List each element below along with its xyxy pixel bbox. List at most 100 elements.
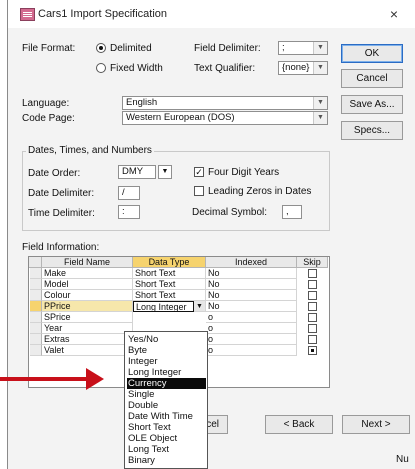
chevron-down-icon[interactable]: ▼: [194, 301, 206, 312]
table-cell-field-name[interactable]: Extras: [42, 334, 133, 345]
fixed-width-radio[interactable]: [96, 63, 106, 73]
ok-button[interactable]: OK: [341, 44, 403, 63]
time-delimiter-field[interactable]: :: [118, 205, 140, 219]
title-bar: Cars1 Import Specification ×: [8, 0, 415, 28]
skip-checkbox[interactable]: [308, 291, 317, 300]
skip-checkbox[interactable]: [308, 302, 317, 311]
decimal-symbol-label: Decimal Symbol:: [192, 207, 268, 218]
row-selector[interactable]: [30, 268, 42, 279]
dropdown-option[interactable]: Double: [127, 400, 206, 411]
row-selector-header: [29, 257, 42, 268]
leading-zeros-checkbox[interactable]: [194, 186, 204, 196]
table-cell-field-name[interactable]: PPrice: [42, 301, 133, 312]
text-qualifier-select[interactable]: {none} ▼: [278, 61, 328, 75]
chevron-down-icon[interactable]: ▼: [158, 165, 172, 179]
dropdown-option-selected[interactable]: Currency: [127, 378, 206, 389]
dropdown-option[interactable]: Long Integer: [127, 367, 206, 378]
delimited-radio[interactable]: [96, 43, 106, 53]
language-label: Language:: [22, 98, 70, 109]
table-cell-data-type[interactable]: Short Text: [133, 268, 206, 279]
table-cell-field-name[interactable]: SPrice: [42, 312, 133, 323]
status-text: Nu: [396, 454, 409, 465]
access-table-icon: [20, 8, 35, 21]
leading-zeros-label[interactable]: Leading Zeros in Dates: [208, 186, 311, 197]
date-delimiter-field[interactable]: /: [118, 186, 140, 200]
table-cell-field-name[interactable]: Year: [42, 323, 133, 334]
dropdown-option[interactable]: Date With Time: [127, 411, 206, 422]
skip-checkbox[interactable]: [308, 280, 317, 289]
table-cell-indexed[interactable]: No: [206, 301, 297, 312]
specs-button[interactable]: Specs...: [341, 121, 403, 140]
row-selector[interactable]: [30, 279, 42, 290]
table-cell-field-name[interactable]: Make: [42, 268, 133, 279]
row-selector[interactable]: [30, 323, 42, 334]
field-delimiter-select[interactable]: ; ▼: [278, 41, 328, 55]
close-icon[interactable]: ×: [383, 5, 405, 23]
data-type-combo[interactable]: Long Integer: [133, 301, 194, 312]
skip-checkbox[interactable]: [308, 313, 317, 322]
skip-checked-mark: [311, 349, 314, 352]
chevron-down-icon[interactable]: ▼: [313, 42, 327, 54]
chevron-down-icon[interactable]: ▼: [313, 62, 327, 74]
table-cell-indexed[interactable]: No: [206, 279, 297, 290]
import-spec-dialog: Cars1 Import Specification × File Format…: [7, 0, 415, 469]
dropdown-option[interactable]: OLE Object: [127, 433, 206, 444]
row-selector-active[interactable]: [30, 301, 42, 312]
row-selector[interactable]: [30, 312, 42, 323]
table-cell-field-name[interactable]: Valet: [42, 345, 133, 356]
data-type-dropdown-list[interactable]: Yes/No Byte Integer Long Integer Currenc…: [124, 331, 208, 469]
skip-checkbox[interactable]: [308, 324, 317, 333]
language-value: English: [126, 97, 158, 108]
dropdown-option[interactable]: Short Text: [127, 422, 206, 433]
col-header-field-name[interactable]: Field Name: [42, 257, 133, 268]
dropdown-option[interactable]: Byte: [127, 345, 206, 356]
dropdown-option[interactable]: Yes/No: [127, 334, 206, 345]
table-cell-field-name[interactable]: Colour: [42, 290, 133, 301]
col-header-skip[interactable]: Skip: [297, 257, 328, 268]
col-header-data-type[interactable]: Data Type: [133, 257, 206, 268]
row-selector[interactable]: [30, 290, 42, 301]
dropdown-option[interactable]: Integer: [127, 356, 206, 367]
field-info-label: Field Information:: [22, 242, 100, 253]
back-button[interactable]: < Back: [265, 415, 333, 434]
delimited-label[interactable]: Delimited: [110, 43, 152, 54]
date-order-select[interactable]: DMY: [118, 165, 156, 179]
table-cell-indexed[interactable]: No: [206, 268, 297, 279]
date-order-value: DMY: [122, 166, 144, 177]
skip-checkbox[interactable]: [308, 346, 317, 355]
code-page-label: Code Page:: [22, 113, 75, 124]
four-digit-years-checkbox[interactable]: ✓: [194, 167, 204, 177]
skip-checkbox[interactable]: [308, 335, 317, 344]
chevron-down-icon[interactable]: ▼: [313, 97, 327, 109]
next-button[interactable]: Next >: [342, 415, 410, 434]
row-selector[interactable]: [30, 334, 42, 345]
decimal-symbol-field[interactable]: ,: [282, 205, 302, 219]
file-format-label: File Format:: [22, 43, 76, 54]
table-cell-indexed[interactable]: o: [206, 312, 297, 323]
dropdown-option[interactable]: Binary: [127, 455, 206, 466]
table-cell-indexed[interactable]: No: [206, 290, 297, 301]
dates-group-label: Dates, Times, and Numbers: [26, 145, 154, 156]
skip-checkbox[interactable]: [308, 269, 317, 278]
annotation-arrow-icon: [86, 368, 104, 390]
col-header-indexed[interactable]: Indexed: [206, 257, 297, 268]
row-selector[interactable]: [30, 345, 42, 356]
fixed-width-label[interactable]: Fixed Width: [110, 63, 163, 74]
table-cell-field-name[interactable]: Model: [42, 279, 133, 290]
save-as-button[interactable]: Save As...: [341, 95, 403, 114]
table-cell-data-type[interactable]: Short Text: [133, 290, 206, 301]
dropdown-option[interactable]: Single: [127, 389, 206, 400]
code-page-select[interactable]: Western European (DOS) ▼: [122, 111, 328, 125]
language-select[interactable]: English ▼: [122, 96, 328, 110]
table-cell-data-type[interactable]: Short Text: [133, 279, 206, 290]
table-cell-indexed[interactable]: o: [206, 334, 297, 345]
four-digit-years-label[interactable]: Four Digit Years: [208, 167, 279, 178]
table-cell-indexed[interactable]: o: [206, 323, 297, 334]
annotation-arrow-shaft: [0, 377, 88, 381]
chevron-down-icon[interactable]: ▼: [313, 112, 327, 124]
table-cell-indexed[interactable]: o: [206, 345, 297, 356]
cancel-button[interactable]: Cancel: [341, 69, 403, 88]
text-qualifier-label: Text Qualifier:: [194, 63, 256, 74]
dropdown-option[interactable]: Long Text: [127, 444, 206, 455]
code-page-value: Western European (DOS): [126, 112, 235, 123]
